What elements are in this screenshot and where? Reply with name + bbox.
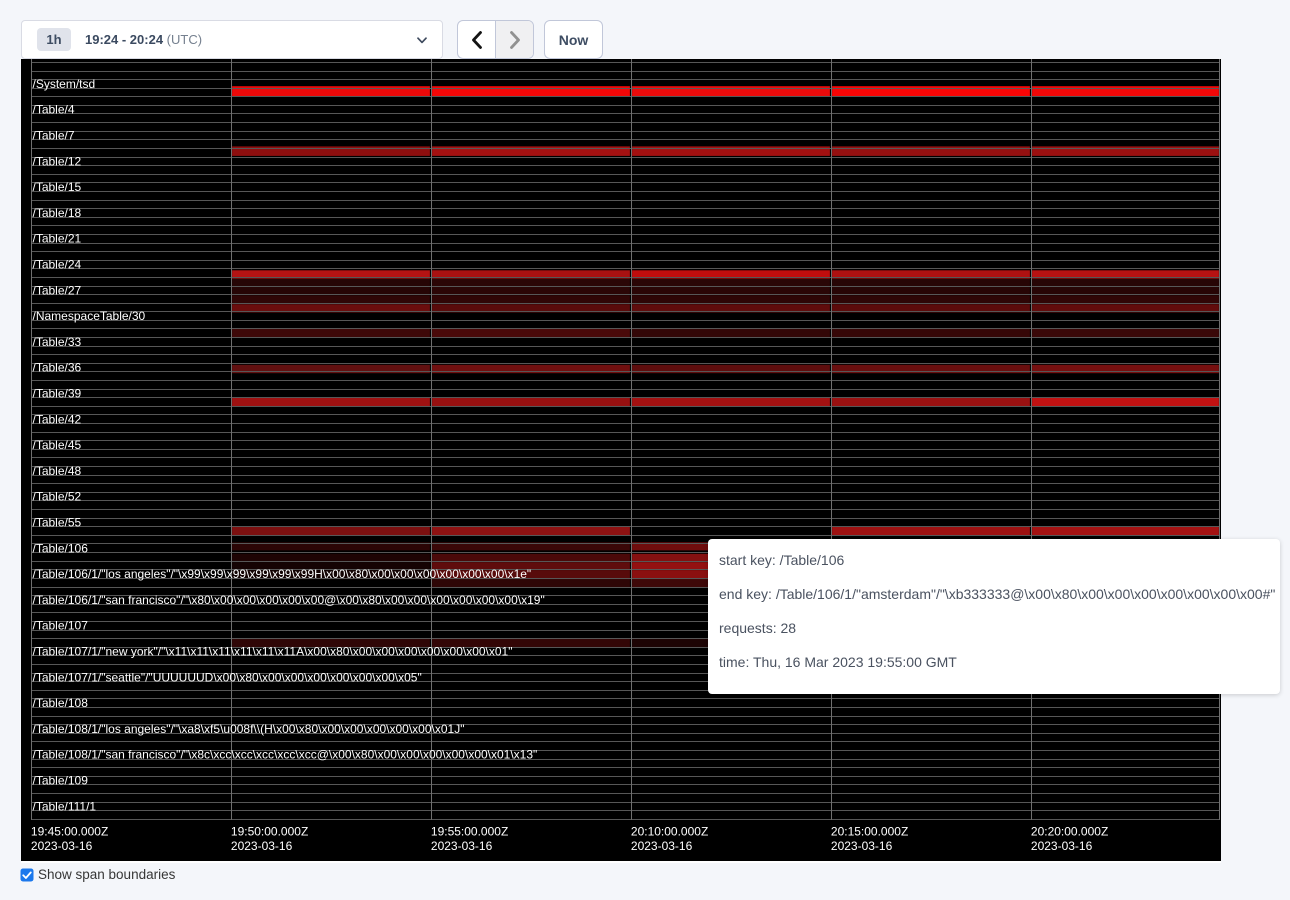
svg-text:20:20:00.000Z: 20:20:00.000Z [1031, 825, 1108, 839]
svg-text:/System/tsd: /System/tsd [33, 77, 96, 91]
svg-text:/Table/24: /Table/24 [33, 258, 82, 272]
svg-text:/Table/108/1/"san francisco"/": /Table/108/1/"san francisco"/"\x8c\xcc\x… [33, 748, 538, 762]
svg-text:/Table/45: /Table/45 [33, 438, 82, 452]
svg-text:20:15:00.000Z: 20:15:00.000Z [831, 825, 908, 839]
svg-text:2023-03-16: 2023-03-16 [1031, 839, 1093, 853]
svg-text:/Table/4: /Table/4 [33, 103, 75, 117]
svg-text:19:45:00.000Z: 19:45:00.000Z [31, 825, 108, 839]
svg-text:19:55:00.000Z: 19:55:00.000Z [431, 825, 508, 839]
svg-text:/Table/107: /Table/107 [33, 619, 89, 633]
svg-text:/Table/15: /Table/15 [33, 180, 82, 194]
svg-text:/Table/107/1/"new york"/"\x11\: /Table/107/1/"new york"/"\x11\x11\x11\x1… [33, 645, 513, 659]
svg-text:/Table/107/1/"seattle"/"UUUUUU: /Table/107/1/"seattle"/"UUUUUUD\x00\x80\… [33, 670, 422, 684]
svg-text:/Table/106: /Table/106 [33, 541, 89, 555]
svg-text:/Table/52: /Table/52 [33, 490, 82, 504]
svg-text:/Table/109: /Table/109 [33, 774, 89, 788]
svg-text:/Table/42: /Table/42 [33, 412, 82, 426]
svg-text:/Table/39: /Table/39 [33, 387, 82, 401]
svg-text:2023-03-16: 2023-03-16 [631, 839, 693, 853]
svg-text:2023-03-16: 2023-03-16 [31, 839, 93, 853]
svg-text:19:50:00.000Z: 19:50:00.000Z [231, 825, 308, 839]
svg-text:/Table/106/1/"los angeles"/"\x: /Table/106/1/"los angeles"/"\x99\x99\x99… [33, 567, 532, 581]
svg-text:/Table/27: /Table/27 [33, 283, 82, 297]
svg-text:/Table/12: /Table/12 [33, 154, 82, 168]
svg-text:/Table/18: /Table/18 [33, 206, 82, 220]
svg-text:/Table/108: /Table/108 [33, 696, 89, 710]
svg-text:/Table/7: /Table/7 [33, 129, 75, 143]
svg-text:/Table/21: /Table/21 [33, 232, 82, 246]
svg-text:/Table/108/1/"los angeles"/"\x: /Table/108/1/"los angeles"/"\xa8\xf5\u00… [33, 722, 465, 736]
svg-text:/Table/36: /Table/36 [33, 361, 82, 375]
svg-text:/Table/106/1/"san francisco"/": /Table/106/1/"san francisco"/"\x80\x00\x… [33, 593, 545, 607]
svg-text:/Table/48: /Table/48 [33, 464, 82, 478]
svg-text:2023-03-16: 2023-03-16 [231, 839, 293, 853]
svg-text:2023-03-16: 2023-03-16 [431, 839, 493, 853]
svg-text:2023-03-16: 2023-03-16 [831, 839, 893, 853]
svg-text:/Table/55: /Table/55 [33, 516, 82, 530]
svg-text:/Table/33: /Table/33 [33, 335, 82, 349]
svg-text:20:10:00.000Z: 20:10:00.000Z [631, 825, 708, 839]
svg-text:/NamespaceTable/30: /NamespaceTable/30 [33, 309, 146, 323]
svg-text:/Table/111/1: /Table/111/1 [33, 799, 97, 813]
